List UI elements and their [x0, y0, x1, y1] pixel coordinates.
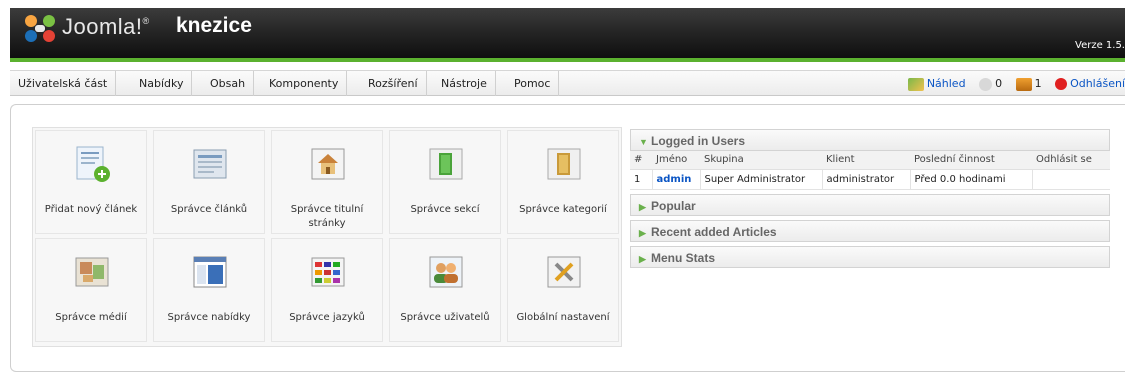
messages-count[interactable]: 0: [995, 77, 1002, 90]
collapsed-arrow-icon: ▶: [639, 227, 646, 238]
section-manager-icon: [429, 148, 463, 180]
article-manager-icon: [193, 149, 227, 179]
cpanel-language-manager[interactable]: Správce jazyků: [271, 238, 383, 342]
messages-icon: [979, 77, 993, 91]
pane-popular[interactable]: ▶ Popular: [630, 193, 1110, 216]
collapsed-arrow-icon: ▶: [639, 253, 646, 264]
logout-link[interactable]: Odhlášení: [1070, 77, 1125, 90]
expanded-arrow-icon: ▼: [639, 137, 648, 147]
cpanel-global-config[interactable]: Globální nastavení: [507, 238, 619, 342]
site-name: knezice: [176, 14, 252, 37]
cpanel-user-manager[interactable]: Správce uživatelů: [389, 238, 501, 342]
user-name-link[interactable]: admin: [652, 169, 701, 190]
cpanel-label: Správce titulní stránky: [290, 204, 364, 229]
cpanel-label: Globální nastavení: [516, 312, 610, 323]
cpanel-label: Správce uživatelů: [400, 312, 490, 323]
menu-manager-icon: [193, 256, 227, 288]
preview-link[interactable]: Náhled: [927, 77, 966, 90]
column-header: Klient: [822, 151, 910, 170]
control-panel: Přidat nový článek Správce článků Správc…: [32, 127, 622, 347]
cpanel-label: Přidat nový článek: [44, 204, 138, 215]
user-group: Super Administrator: [700, 169, 823, 190]
users-icon: [1015, 77, 1032, 91]
pane-menu-stats[interactable]: ▶ Menu Stats: [630, 245, 1110, 268]
language-manager-icon: [311, 257, 345, 287]
cpanel-section-manager[interactable]: Správce sekcí: [389, 130, 501, 234]
cpanel-menu-manager[interactable]: Správce nabídky: [153, 238, 265, 342]
users-count[interactable]: 1: [1035, 77, 1042, 90]
preview-icon: [907, 77, 924, 91]
column-header: Poslední činnost: [910, 151, 1032, 170]
cpanel-media-manager[interactable]: Správce médií: [35, 238, 147, 342]
header-accent-line: [10, 58, 1125, 62]
user-manager-icon: [429, 256, 463, 288]
main-menubar: Uživatelská část Nabídky Obsah Komponent…: [10, 70, 1125, 96]
module-panes: ▼ Logged in Users # Jméno Skupina Klient …: [630, 129, 1110, 272]
column-header: Odhlásit se: [1032, 151, 1110, 170]
header: Joomla!® knezice Verze 1.5.: [0, 0, 1125, 62]
joomla-logo-icon: [25, 15, 55, 42]
menu-item-menus[interactable]: Nabídky: [131, 71, 193, 96]
cpanel-label: Správce médií: [55, 312, 127, 323]
user-last-activity: Před 0.0 hodinami: [910, 169, 1033, 190]
column-header: Jméno: [652, 151, 700, 170]
cpanel-frontpage-manager[interactable]: Správce titulní stránky: [271, 130, 383, 234]
cpanel-label: Správce článků: [170, 204, 248, 215]
menu-item-components[interactable]: Komponenty: [261, 71, 348, 96]
column-header: Skupina: [700, 151, 822, 170]
pane-recent-articles[interactable]: ▶ Recent added Articles: [630, 219, 1110, 242]
cpanel-article-manager[interactable]: Správce článků: [153, 130, 265, 234]
logged-in-users-table: # Jméno Skupina Klient Poslední činnost …: [630, 151, 1110, 190]
cpanel-label: Správce nabídky: [167, 312, 251, 323]
cpanel-label: Správce kategorií: [519, 204, 607, 215]
media-manager-icon: [75, 257, 109, 287]
cpanel-label: Správce sekcí: [410, 204, 480, 215]
cpanel-add-article[interactable]: Přidat nový článek: [35, 130, 147, 234]
table-header-row: # Jméno Skupina Klient Poslední činnost …: [630, 151, 1110, 170]
collapsed-arrow-icon: ▶: [639, 201, 646, 212]
add-article-icon: [76, 146, 110, 182]
menu-item-content[interactable]: Obsah: [202, 71, 255, 96]
table-row: 1 admin Super Administrator administrato…: [630, 169, 1110, 190]
category-manager-icon: [547, 148, 581, 180]
cpanel-category-manager[interactable]: Správce kategorií: [507, 130, 619, 234]
row-number: 1: [630, 169, 653, 190]
global-config-icon: [547, 256, 581, 288]
user-client: administrator: [822, 169, 911, 190]
frontpage-manager-icon: [311, 148, 345, 180]
menu-item-tools[interactable]: Nástroje: [433, 71, 496, 96]
version-label: Verze 1.5.: [1075, 40, 1125, 51]
menu-item-help[interactable]: Pomoc: [506, 71, 560, 96]
menu-item-site[interactable]: Uživatelská část: [10, 71, 117, 96]
cpanel-label: Správce jazyků: [289, 312, 365, 323]
user-logout-cell[interactable]: [1032, 169, 1110, 190]
logout-icon: [1055, 78, 1068, 90]
pane-logged-in-users[interactable]: ▼ Logged in Users: [630, 129, 1110, 151]
menu-item-extensions[interactable]: Rozšíření: [360, 71, 427, 96]
column-header: #: [630, 151, 652, 170]
status-area: Náhled 0 1 Odhlášení: [907, 71, 1125, 96]
joomla-brand: Joomla!®: [62, 14, 150, 39]
